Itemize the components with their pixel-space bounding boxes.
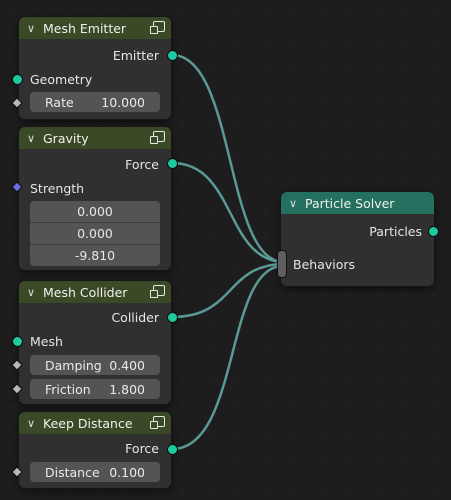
vector-x-field[interactable]: 0.000 [30,201,160,223]
mesh-input-socket[interactable] [12,336,23,347]
vector-z-field[interactable]: -9.810 [30,245,160,266]
mesh-emitter-node[interactable]: ∨ Mesh Emitter Emitter Geometry Rate 10.… [19,17,171,119]
chevron-down-icon[interactable]: ∨ [19,417,43,430]
strength-vector-field[interactable]: 0.000 0.000 -9.810 [30,201,160,266]
node-header[interactable]: ∨ Gravity [19,127,171,149]
output-socket-row: Particles [281,220,434,242]
input-label: Mesh [30,333,63,349]
field-value: 0.100 [109,464,145,480]
input-socket-row: Behaviors [281,253,434,275]
damping-field[interactable]: Damping 0.400 [30,355,160,375]
particle-solver-node[interactable]: ∨ Particle Solver Particles Behaviors [281,192,434,286]
force-output-socket[interactable] [167,444,178,455]
node-header[interactable]: ∨ Keep Distance [19,412,171,434]
output-socket-row: Force [19,153,171,175]
node-preview-icon[interactable] [150,131,165,144]
node-title: Particle Solver [305,195,395,211]
output-label: Emitter [112,47,159,63]
node-preview-icon[interactable] [150,285,165,298]
field-label: Rate [45,94,74,110]
mesh-collider-node[interactable]: ∨ Mesh Collider Collider Mesh Damping 0.… [19,281,171,404]
link-gravity-behaviors [171,161,283,264]
keep-distance-node[interactable]: ∨ Keep Distance Force Distance 0.100 [19,412,171,488]
collider-output-socket[interactable] [167,312,178,323]
force-output-socket[interactable] [167,158,178,169]
field-label: Distance [45,464,100,480]
node-header[interactable]: ∨ Particle Solver [281,192,434,214]
node-header[interactable]: ∨ Mesh Emitter [19,17,171,39]
geometry-input-socket[interactable] [12,74,23,85]
output-socket-row: Emitter [19,44,171,66]
emitter-output-socket[interactable] [167,50,178,61]
chevron-down-icon[interactable]: ∨ [281,197,305,210]
chevron-down-icon[interactable]: ∨ [19,286,43,299]
output-socket-row: Force [19,437,171,459]
gravity-node[interactable]: ∨ Gravity Force Strength 0.000 0.000 -9.… [19,127,171,270]
field-value: 10.000 [101,94,145,110]
field-label: Friction [45,381,91,397]
field-label: Damping [45,357,102,373]
input-label: Geometry [30,71,93,87]
input-socket-row: Strength [19,177,171,199]
rate-field[interactable]: Rate 10.000 [30,92,160,112]
chevron-down-icon[interactable]: ∨ [19,22,43,35]
chevron-down-icon[interactable]: ∨ [19,132,43,145]
node-preview-icon[interactable] [150,21,165,34]
input-socket-row: Geometry [19,68,171,90]
node-header[interactable]: ∨ Mesh Collider [19,281,171,303]
vector-y-field[interactable]: 0.000 [30,223,160,245]
output-socket-row: Collider [19,306,171,328]
input-label: Behaviors [293,256,356,272]
input-socket-row: Mesh [19,330,171,352]
output-label: Force [125,156,159,172]
node-preview-icon[interactable] [150,416,165,429]
particles-output-socket[interactable] [428,226,439,237]
output-label: Collider [111,309,159,325]
field-value: 1.800 [109,381,145,397]
friction-field[interactable]: Friction 1.800 [30,379,160,399]
behaviors-multi-input-socket[interactable] [277,250,287,278]
field-value: 0.400 [109,357,145,373]
output-label: Force [125,440,159,456]
input-label: Strength [30,180,85,196]
distance-field[interactable]: Distance 0.100 [30,462,160,482]
link-emitter-behaviors [171,53,283,264]
output-label: Particles [369,223,422,239]
